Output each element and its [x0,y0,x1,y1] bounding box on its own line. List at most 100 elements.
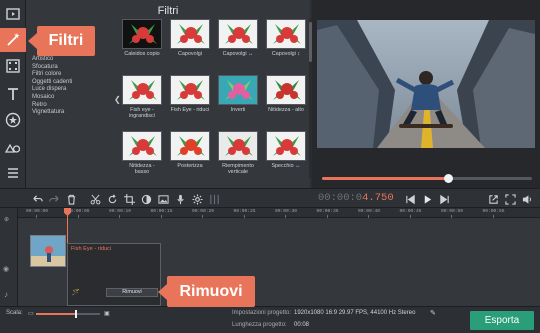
seek-bar-knob[interactable] [444,174,453,183]
star-badge-icon [5,112,21,128]
applied-filter-name[interactable]: Fish Eye - riduci [71,246,111,252]
play-button[interactable] [420,192,434,206]
stickers-button[interactable] [0,108,26,132]
timecode-value: 4.750 [362,192,394,204]
crop-button[interactable] [122,192,136,206]
volume-button[interactable] [520,192,534,206]
play-icon [424,194,431,204]
ruler-tick [451,215,452,218]
skip-back-icon [405,194,415,204]
remove-filter-button[interactable]: Rimuovi [106,288,158,297]
filter-thumbnail[interactable]: Nitidezza - basso [122,131,162,175]
delete-button[interactable] [64,192,78,206]
film-import-icon [6,8,20,20]
titles-button[interactable] [0,82,26,106]
video-clip[interactable] [30,235,66,267]
export-button[interactable]: Esporta [470,311,534,330]
previous-frame-button[interactable] [403,192,417,206]
filter-preview-image [122,131,162,161]
zoom-out-icon[interactable]: ▭ [28,310,34,317]
filter-preview-image [170,19,210,49]
timeline[interactable]: ⊕ ◉ ♪ 00:00:00 00:00:05 00:00:10 00:00:15 00… [0,208,540,306]
category-item[interactable]: Sfocatura [32,64,114,72]
filter-thumbnail[interactable]: Caleidos copio [122,19,162,57]
ruler-label: 00:00:10 [109,209,132,214]
edit-toolbar: 00:00:04.750 [0,188,540,208]
ruler-label: 00:00:20 [192,209,215,214]
filters-button[interactable] [0,28,26,52]
import-media-button[interactable] [0,2,26,26]
track-gutter: ⊕ ◉ ♪ [0,208,18,306]
magic-wand-small-icon: 🪄 [72,290,80,296]
edit-pencil-icon[interactable]: ✎ [430,309,436,317]
panel-title: Filtri [157,5,179,17]
collapse-arrow-icon[interactable]: ❮ [114,95,121,104]
category-item[interactable]: Mosaico [32,94,114,102]
scale-slider-knob[interactable] [74,310,77,318]
filter-label: Capovolgi ↕ [271,51,301,57]
project-length-label: Lunghezza progetto: [232,322,287,328]
more-tools-button[interactable] [0,135,26,159]
filter-thumbnail[interactable]: Specchio ↔ [266,131,306,169]
callout-filtri: Filtri [28,26,95,56]
category-item[interactable]: Artistico [32,56,114,64]
redo-button[interactable] [47,192,61,206]
filter-thumbnail[interactable]: Inverti [218,75,258,113]
zoom-in-icon[interactable]: ▣ [104,310,110,317]
scale-label: Scala: [6,310,23,316]
project-settings-value: 1920x1080 16:9 29.97 FPS, 44100 Hz Stere… [294,310,416,316]
ruler-label: 00:00:45 [399,209,422,214]
equalizer-button[interactable] [207,192,221,206]
cut-button[interactable] [88,192,102,206]
ruler-label: 00:00:15 [150,209,173,214]
transitions-button[interactable] [0,54,26,78]
filter-thumbnail[interactable]: Posterizza [170,131,210,169]
filter-thumbnail[interactable]: Fish Eye - riduci [170,75,210,113]
time-ruler[interactable]: 00:00:00 00:00:05 00:00:10 00:00:15 00:00:20… [18,208,540,218]
category-item[interactable]: Vignettatura [32,109,114,117]
microphone-icon [176,194,184,204]
fullscreen-icon [504,193,516,205]
category-list: Artistico Sfocatura Filtri colore Oggett… [32,56,114,117]
add-track-icon[interactable]: ⊕ [4,216,9,223]
speaker-icon [522,194,531,204]
project-settings-label: Impostazioni progetto: [232,310,292,316]
filter-preview-image [122,19,162,49]
image-button[interactable] [156,192,170,206]
color-adjust-button[interactable] [139,192,153,206]
filter-thumbnail[interactable]: Capovolgi [170,19,210,57]
record-audio-button[interactable] [173,192,187,206]
category-item[interactable]: Filtri colore [32,71,114,79]
category-item[interactable]: Oggetti cadenti [32,79,114,87]
filter-preview-image [266,19,306,49]
filter-thumbnail[interactable]: Capovolgi ↕ [266,19,306,57]
filter-label: Nitidezza - basso [129,163,155,175]
filter-label: Specchio ↔ [271,163,301,169]
filter-thumbnail[interactable]: Fish eye - ingrandisci [122,75,162,119]
scale-slider[interactable] [36,310,100,318]
next-frame-button[interactable] [437,192,451,206]
contrast-icon [141,194,151,204]
filter-thumbnail[interactable]: Nitidezza - alto [266,75,306,113]
hamburger-icon [8,168,18,178]
filter-thumbnail[interactable]: Capovolgi ↔ [218,19,258,57]
music-note-icon: ♪ [4,290,8,299]
filter-label: Inverti [230,107,246,113]
scissors-icon [90,194,100,204]
category-item[interactable]: Retro [32,102,114,110]
detach-preview-button[interactable] [486,192,500,206]
eye-icon[interactable]: ◉ [3,265,9,273]
ruler-tick [409,215,411,218]
fullscreen-button[interactable] [503,192,517,206]
menu-button[interactable] [0,161,26,185]
seek-bar[interactable] [322,174,532,183]
settings-button[interactable] [190,192,204,206]
applied-filters-popup: Fish Eye - riduci 🪄 Rimuovi [67,243,161,306]
rotate-button[interactable] [105,192,119,206]
ruler-tick [160,215,162,218]
filter-preview-image [218,131,258,161]
category-item[interactable]: Luce dispera [32,86,114,94]
filter-thumbnail[interactable]: Riempimento verticale [218,131,258,175]
seek-bar-fill [322,177,448,180]
undo-button[interactable] [30,192,44,206]
